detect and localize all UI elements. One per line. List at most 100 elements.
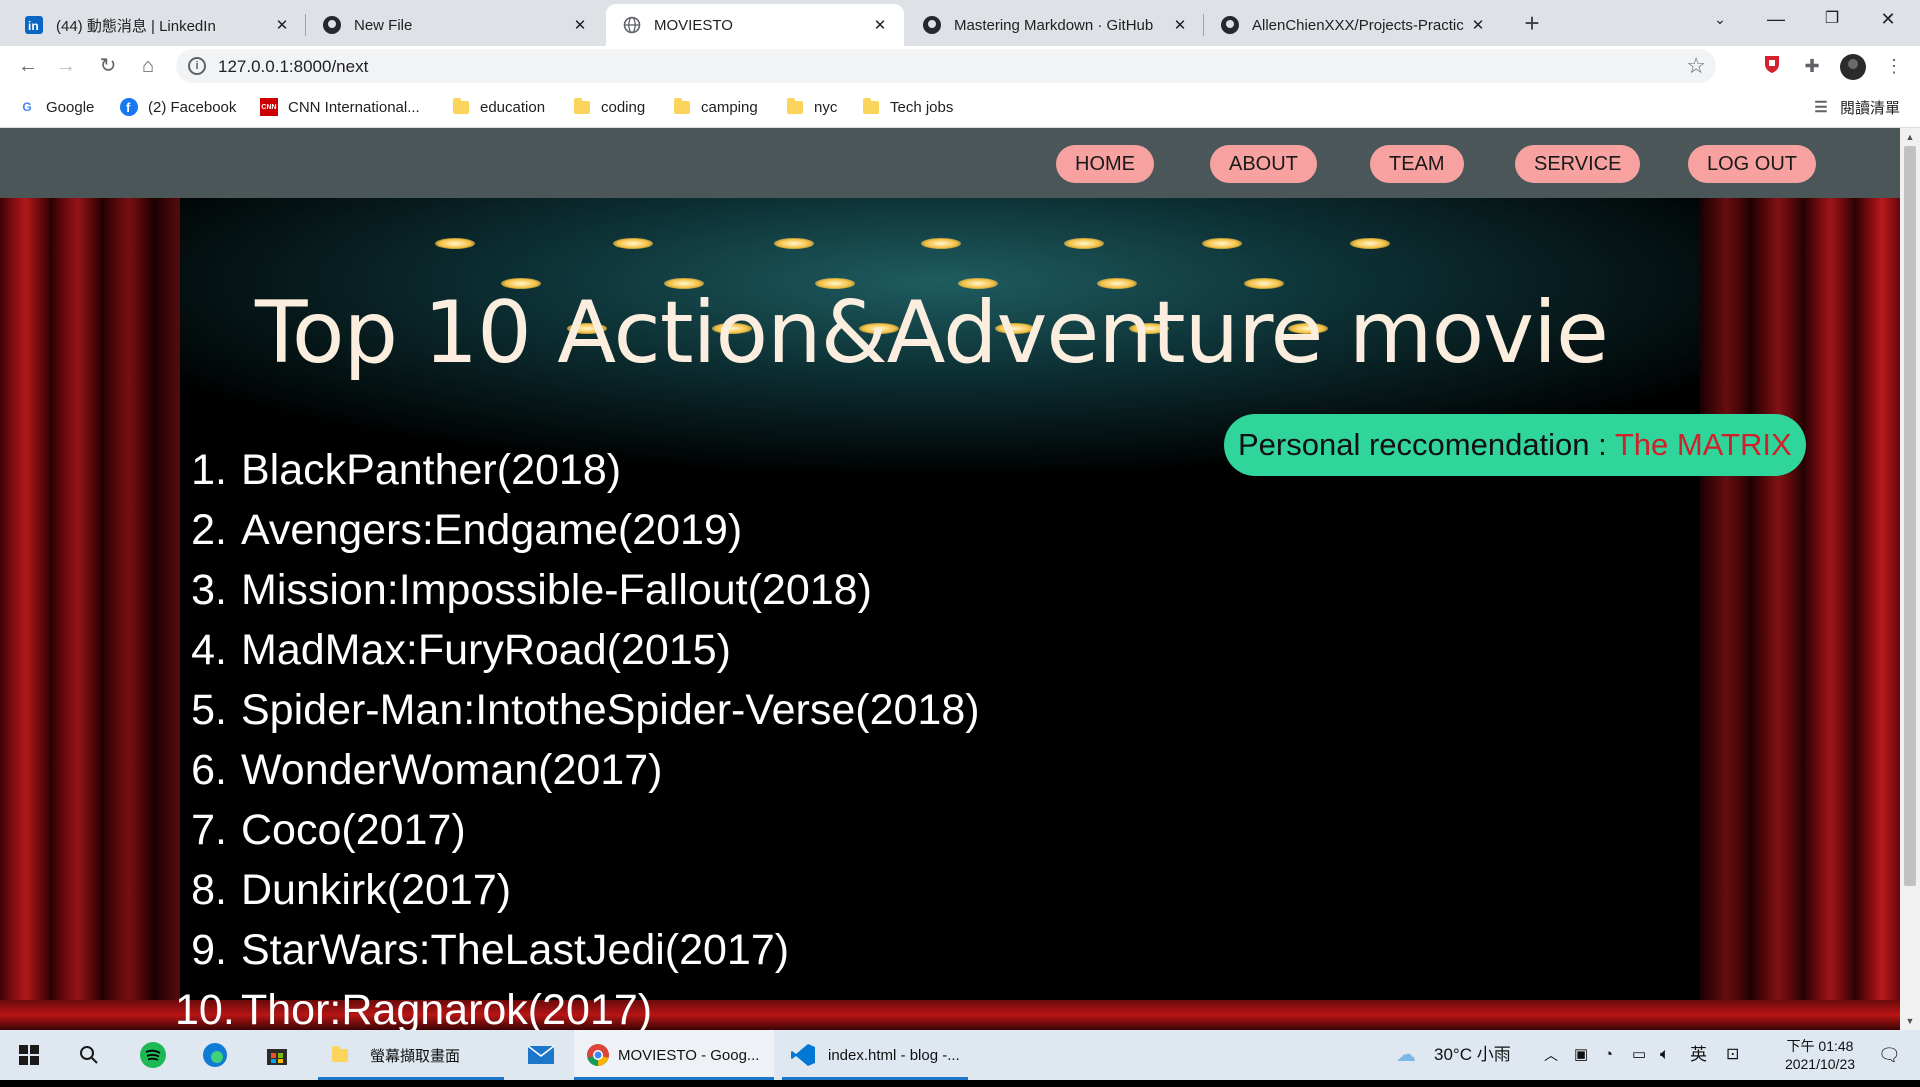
menu-kebab-icon[interactable]: ⋮ <box>1882 54 1906 78</box>
bookmark-folder-education[interactable]: education <box>452 96 545 118</box>
address-bar[interactable]: i 127.0.0.1:8000/next ☆ <box>176 49 1716 83</box>
new-tab-button[interactable]: + <box>1516 8 1548 40</box>
notifications-icon[interactable]: 🗨︎ <box>1878 1030 1901 1080</box>
tab-title: Mastering Markdown · GitHub <box>954 16 1154 34</box>
ceiling-lamp-decoration <box>921 238 961 249</box>
bookmark-folder-nyc[interactable]: nyc <box>786 96 837 118</box>
bookmark-google[interactable]: G Google <box>18 96 94 118</box>
tab-moviesto[interactable]: MOVIESTO ✕ <box>606 4 904 46</box>
right-curtain-decoration <box>1700 198 1900 1030</box>
scroll-down-arrow-icon[interactable]: ▼ <box>1900 1016 1920 1026</box>
page-viewport: HOME ABOUT TEAM SERVICE LOG OUT Top 10 A… <box>0 128 1900 1030</box>
home-icon[interactable]: ⌂ <box>134 52 162 80</box>
bookmark-label: (2) Facebook <box>148 98 237 116</box>
spotify-icon[interactable] <box>136 1038 170 1072</box>
bookmark-folder-tech-jobs[interactable]: Tech jobs <box>862 96 953 118</box>
movie-title: Thor:Ragnarok(2017) <box>241 986 653 1030</box>
ime-indicator[interactable]: 英 <box>1690 1030 1707 1080</box>
volume-icon[interactable]: 🔈︎ <box>1660 1030 1670 1080</box>
weather-text[interactable]: 30°C 小雨 <box>1434 1030 1511 1080</box>
reading-list-button[interactable]: ☰ 閱讀清單 <box>1812 96 1900 118</box>
close-icon[interactable]: ✕ <box>1170 16 1190 34</box>
close-icon[interactable]: ✕ <box>272 16 292 34</box>
tab-title: New File <box>354 16 413 34</box>
list-item: 3. Mission:Impossible-Fallout(2018) <box>175 560 980 620</box>
close-icon[interactable]: ✕ <box>570 16 590 34</box>
tab-linkedin[interactable]: in (44) 動態消息 | LinkedIn ✕ <box>8 4 306 46</box>
list-item: 8. Dunkirk(2017) <box>175 860 980 920</box>
forward-icon[interactable]: → <box>52 52 80 80</box>
browser-toolbar: ← → ↻ ⌂ i 127.0.0.1:8000/next ☆ ✚ ⋮ <box>0 46 1920 86</box>
browser-tab-strip: in (44) 動態消息 | LinkedIn ✕ New File ✕ MOV… <box>0 0 1920 46</box>
movie-title: Coco(2017) <box>241 806 466 854</box>
tab-projects-practice[interactable]: AllenChienXXX/Projects-Practic ✕ <box>1204 4 1502 46</box>
taskbar-app-explorer[interactable]: 螢幕擷取畫面 <box>318 1030 504 1080</box>
close-window-button[interactable]: ✕ <box>1860 0 1916 40</box>
github-icon <box>1220 15 1240 35</box>
tab-search-chevron-icon[interactable]: ⌄ <box>1692 0 1748 40</box>
windows-start-icon[interactable] <box>12 1038 46 1072</box>
scrollbar-thumb[interactable] <box>1904 146 1916 886</box>
nav-team-button[interactable]: TEAM <box>1370 145 1464 183</box>
battery-icon[interactable]: ▭ <box>1632 1030 1646 1080</box>
nav-service-button[interactable]: SERVICE <box>1515 145 1641 183</box>
list-item: 1. BlackPanther(2018) <box>175 440 980 500</box>
bookmark-label: Tech jobs <box>890 98 954 116</box>
list-item: 7. Coco(2017) <box>175 800 980 860</box>
facebook-icon: f <box>120 98 138 116</box>
list-number: 2. <box>191 506 227 554</box>
taskbar-app-chrome[interactable]: MOVIESTO - Goog... <box>574 1030 774 1080</box>
restore-button[interactable]: ❐ <box>1804 0 1860 40</box>
taskbar-app-vscode[interactable]: index.html - blog -... <box>782 1030 968 1080</box>
vscode-icon <box>790 1042 816 1068</box>
mail-icon[interactable] <box>524 1038 558 1072</box>
back-icon[interactable]: ← <box>14 52 42 80</box>
device-icon[interactable]: ▣ <box>1574 1030 1588 1080</box>
page-scrollbar[interactable]: ▲ ▼ <box>1900 128 1920 1030</box>
weather-icon[interactable]: ☁ <box>1396 1030 1416 1080</box>
chevron-up-icon[interactable]: ︿ <box>1544 1030 1558 1080</box>
extensions-puzzle-icon[interactable]: ✚ <box>1800 54 1824 78</box>
scroll-up-arrow-icon[interactable]: ▲ <box>1900 132 1920 142</box>
extension-shield-icon[interactable] <box>1760 54 1784 78</box>
page-title: Top 10 Action&Adventure movie <box>255 283 1609 383</box>
bookmark-label: education <box>480 98 546 116</box>
tab-new-file[interactable]: New File ✕ <box>306 4 604 46</box>
store-icon[interactable] <box>260 1038 294 1072</box>
reading-list-icon: ☰ <box>1814 99 1828 116</box>
nav-logout-button[interactable]: LOG OUT <box>1688 145 1817 183</box>
close-icon[interactable]: ✕ <box>870 16 890 34</box>
list-number: 6. <box>191 746 227 794</box>
list-number: 10. <box>175 986 235 1030</box>
cnn-icon: CNN <box>260 98 278 116</box>
taskbar-app-label: 螢幕擷取畫面 <box>370 1047 461 1065</box>
tab-title: AllenChienXXX/Projects-Practic <box>1252 16 1464 34</box>
bookmark-facebook[interactable]: f (2) Facebook <box>120 96 236 118</box>
minimize-button[interactable]: — <box>1748 0 1804 40</box>
url-text[interactable]: 127.0.0.1:8000/next <box>218 57 368 77</box>
reading-list-label: 閱讀清單 <box>1840 99 1901 117</box>
tab-mastering-markdown[interactable]: Mastering Markdown · GitHub ✕ <box>906 4 1204 46</box>
recommended-movie: The MATRIX <box>1614 427 1792 462</box>
linkedin-icon: in <box>24 15 44 35</box>
close-icon[interactable]: ✕ <box>1468 16 1488 34</box>
nav-about-button[interactable]: ABOUT <box>1210 145 1317 183</box>
movie-title: WonderWoman(2017) <box>241 746 663 794</box>
profile-avatar[interactable] <box>1840 54 1866 80</box>
bookmark-folder-camping[interactable]: camping <box>673 96 758 118</box>
ceiling-lamp-decoration <box>1202 238 1242 249</box>
svg-text:in: in <box>28 19 39 33</box>
site-navbar: HOME ABOUT TEAM SERVICE LOG OUT <box>0 128 1900 198</box>
bookmark-folder-coding[interactable]: coding <box>573 96 645 118</box>
nav-home-button[interactable]: HOME <box>1056 145 1154 183</box>
site-info-icon[interactable]: i <box>188 57 206 75</box>
reload-icon[interactable]: ↻ <box>94 52 122 80</box>
bookmark-cnn[interactable]: CNN CNN International... <box>260 96 420 118</box>
list-item: 9. StarWars:TheLastJedi(2017) <box>175 920 980 980</box>
search-icon[interactable] <box>72 1038 106 1072</box>
movie-title: Dunkirk(2017) <box>241 866 512 914</box>
bookmark-star-icon[interactable]: ☆ <box>1686 53 1706 79</box>
edge-icon[interactable] <box>198 1038 232 1072</box>
ime-mode-icon[interactable]: ⊡ <box>1726 1030 1739 1080</box>
wifi-icon[interactable]: ◔ <box>1604 1030 1613 1080</box>
